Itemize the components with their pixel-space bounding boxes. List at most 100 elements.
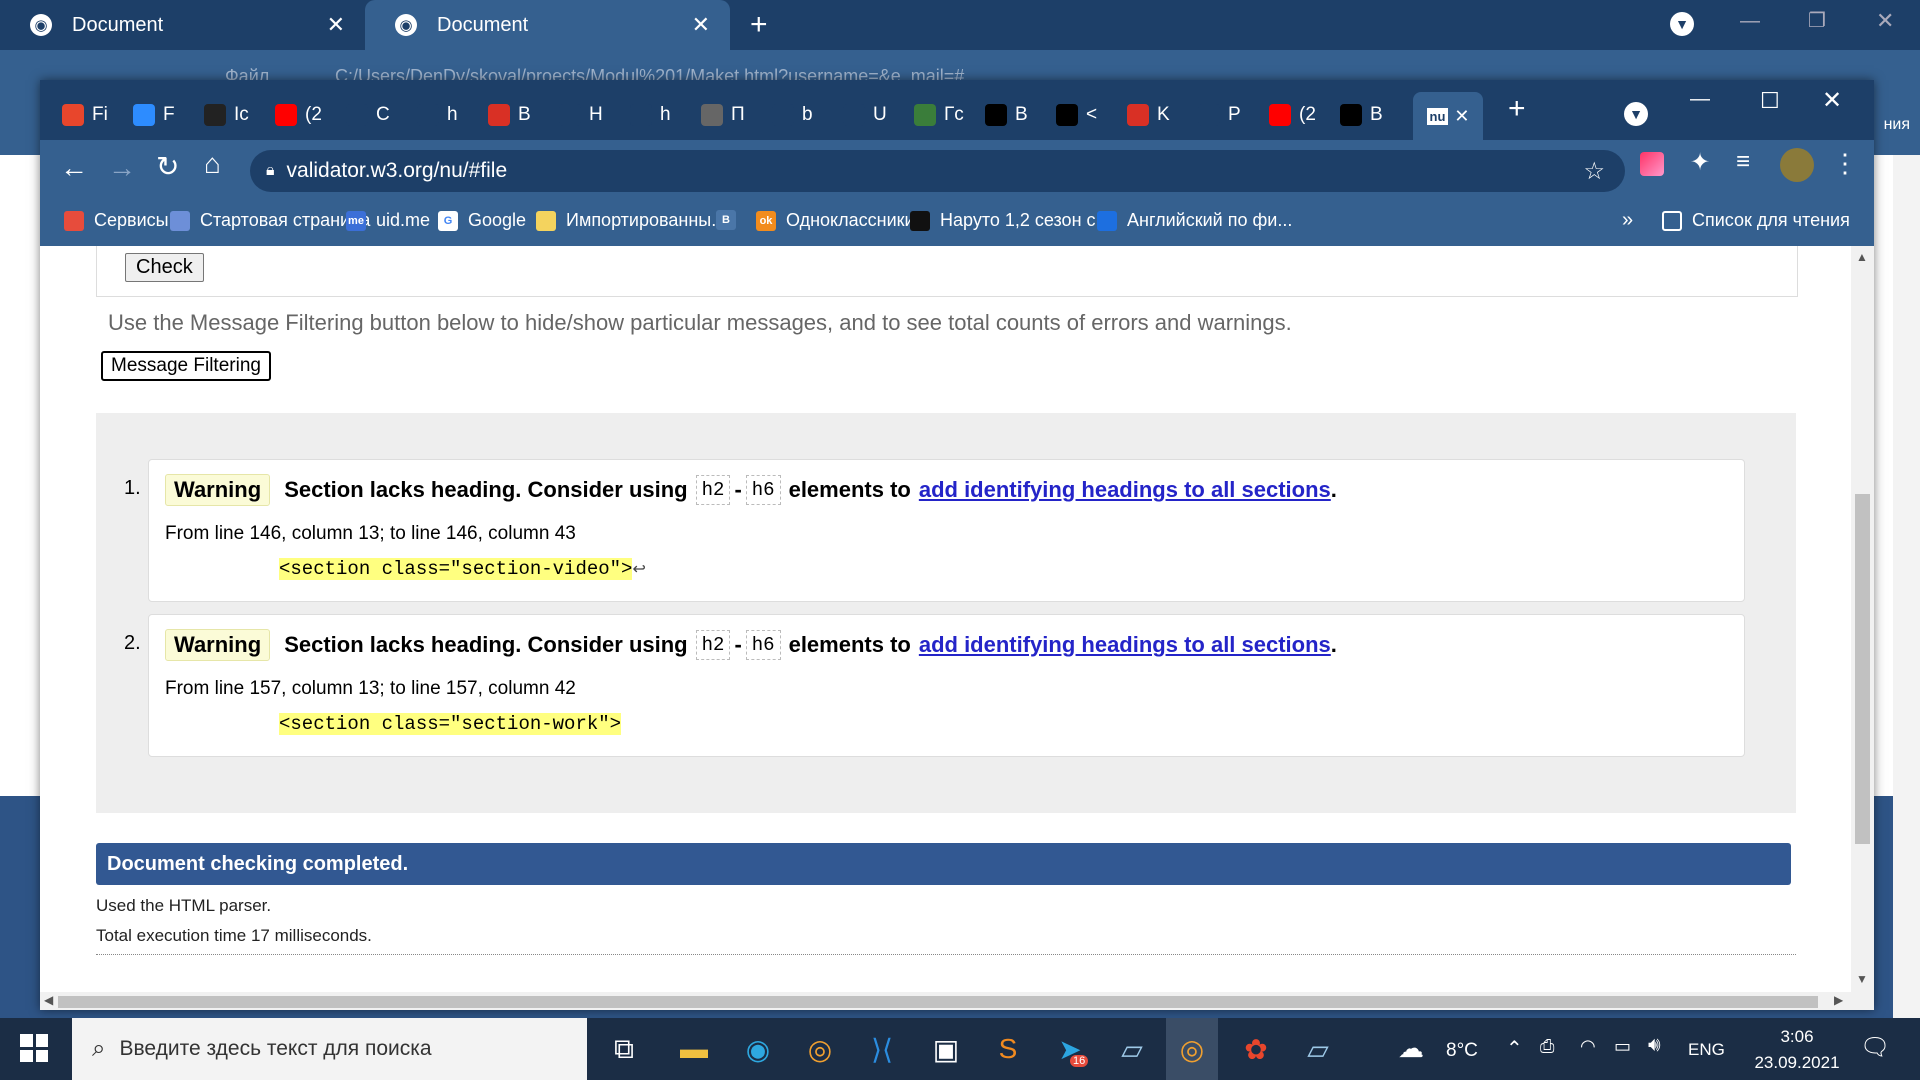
bookmark-item[interactable]: G Google <box>438 210 526 231</box>
close-window-icon[interactable]: ✕ <box>1876 8 1894 34</box>
maximize-icon[interactable]: ☐ <box>1760 88 1780 114</box>
search-placeholder[interactable]: Введите здесь текст для поиска <box>119 1037 431 1061</box>
front-tab[interactable]: B <box>985 98 1055 132</box>
scroll-down-icon[interactable]: ▼ <box>1856 972 1868 986</box>
home-icon[interactable]: ⌂ <box>204 148 221 180</box>
back-arrow-icon[interactable]: ← <box>60 152 88 184</box>
taskbar-search[interactable]: ⌕ Введите здесь текст для поиска <box>72 1018 587 1080</box>
reading-list-button[interactable]: Список для чтения <box>1662 210 1850 231</box>
scroll-left-icon[interactable]: ◀ <box>44 993 53 1007</box>
front-tab[interactable]: h <box>417 98 487 132</box>
file-explorer-icon[interactable]: ▬ <box>674 1029 714 1069</box>
bookmark-item[interactable]: Сервисы <box>64 210 169 231</box>
tab-search-icon[interactable]: ▼ <box>1624 102 1648 126</box>
new-tab-icon[interactable]: + <box>750 8 768 42</box>
chevron-up-icon[interactable]: ⌃ <box>1506 1036 1523 1061</box>
bookmark-item[interactable]: Импортированны... <box>536 210 726 231</box>
address-text[interactable]: validator.w3.org/nu/#file <box>287 159 508 183</box>
bookmark-item[interactable]: Наруто 1,2 сезон с... <box>910 210 1111 231</box>
task-view-icon[interactable]: ⧉ <box>604 1029 644 1069</box>
front-tab[interactable]: B <box>488 98 558 132</box>
chrome-active-icon[interactable]: ◎ <box>1172 1029 1212 1069</box>
front-tab[interactable]: C <box>346 98 416 132</box>
front-tab[interactable]: (2 <box>275 98 345 132</box>
clock-date[interactable]: 23.09.2021 <box>1742 1053 1852 1073</box>
front-tab[interactable]: K <box>1127 98 1197 132</box>
headings-link[interactable]: add identifying headings to all sections <box>919 632 1331 658</box>
close-icon[interactable]: ✕ <box>327 12 345 38</box>
back-tab-2[interactable]: ◉ Document ✕ <box>365 0 730 50</box>
notepad2-icon[interactable]: ▱ <box>1298 1029 1338 1069</box>
front-tab[interactable]: Fi <box>62 98 132 132</box>
message-filtering-button[interactable]: Message Filtering <box>101 351 271 381</box>
front-tab[interactable]: < <box>1056 98 1126 132</box>
check-button[interactable]: Check <box>125 253 204 282</box>
star-icon[interactable]: ☆ <box>1583 157 1605 186</box>
front-tab[interactable]: F <box>133 98 203 132</box>
cloud-icon[interactable]: ☁ <box>1398 1033 1424 1064</box>
scroll-up-icon[interactable]: ▲ <box>1856 250 1868 264</box>
minimize-icon[interactable]: — <box>1740 10 1760 33</box>
horizontal-scrollbar[interactable]: ◀ ▶ <box>40 992 1874 1010</box>
scrollbar-thumb[interactable] <box>58 996 1818 1008</box>
bookmark-item[interactable]: Английский по фи... <box>1097 210 1292 231</box>
front-tab[interactable]: b <box>772 98 842 132</box>
bookmark-item[interactable]: ok Одноклассники <box>756 210 915 231</box>
front-tab[interactable]: (2 <box>1269 98 1339 132</box>
new-tab-icon[interactable]: + <box>1508 92 1526 126</box>
front-tab[interactable]: U <box>843 98 913 132</box>
menu-dots-icon[interactable]: ⋮ <box>1832 148 1858 179</box>
bookmark-item[interactable]: me uid.me <box>346 210 430 231</box>
media-control-icon[interactable]: ≡ <box>1736 148 1750 176</box>
front-tab[interactable]: P <box>1198 98 1268 132</box>
vertical-scrollbar[interactable]: ▲ ▼ <box>1851 246 1874 992</box>
front-tab[interactable]: Ic <box>204 98 274 132</box>
clock-time[interactable]: 3:06 <box>1742 1027 1852 1047</box>
address-bar[interactable]: 🔒︎ validator.w3.org/nu/#file ☆ <box>250 150 1625 192</box>
vscode-icon[interactable]: ⟩⟨ <box>862 1029 902 1069</box>
bookmark-label: Стартовая страница <box>200 210 371 230</box>
minimize-icon[interactable]: — <box>1690 88 1710 111</box>
restore-icon[interactable]: ❐ <box>1808 8 1826 33</box>
extension-icon[interactable] <box>1640 152 1664 176</box>
volume-icon[interactable]: 🔊︎ <box>1648 1034 1661 1057</box>
app-icon[interactable]: ▣ <box>926 1029 966 1069</box>
edge-icon[interactable]: ◉ <box>738 1029 778 1069</box>
puzzle-icon[interactable]: ✦ <box>1690 148 1710 177</box>
forward-arrow-icon[interactable]: → <box>108 152 136 184</box>
front-tab[interactable]: П <box>701 98 771 132</box>
headings-link[interactable]: add identifying headings to all sections <box>919 477 1331 503</box>
telegram-badge: 16 <box>1070 1055 1089 1067</box>
parser-info: Used the HTML parser. <box>96 896 272 915</box>
windows-start-icon[interactable] <box>20 1034 48 1062</box>
front-tab[interactable]: Гс <box>914 98 984 132</box>
reading-list-label: Список для чтения <box>1692 210 1850 230</box>
active-tab[interactable]: nu ✕ <box>1413 92 1483 140</box>
close-icon[interactable]: ✕ <box>1454 106 1469 127</box>
language-indicator[interactable]: ENG <box>1688 1040 1725 1060</box>
avatar[interactable] <box>1780 148 1814 182</box>
reload-icon[interactable]: ↻ <box>156 150 179 183</box>
front-tab[interactable]: H <box>559 98 629 132</box>
bookmark-item[interactable]: В <box>716 210 746 230</box>
sublime-icon[interactable]: S <box>988 1029 1028 1069</box>
front-tab[interactable]: h <box>630 98 700 132</box>
close-window-icon[interactable]: ✕ <box>1822 86 1842 115</box>
front-tab[interactable]: B <box>1340 98 1410 132</box>
back-tab-1[interactable]: ◉ Document ✕ <box>0 0 365 50</box>
weather-temp[interactable]: 8°C <box>1446 1040 1478 1062</box>
bookmarks-more-icon[interactable]: » <box>1622 209 1633 232</box>
notepad-icon[interactable]: ▱ <box>1112 1029 1152 1069</box>
close-icon[interactable]: ✕ <box>692 12 710 38</box>
chrome-icon[interactable]: ◎ <box>800 1029 840 1069</box>
bookmark-item[interactable]: Стартовая страница <box>170 210 370 231</box>
notifications-icon[interactable]: 🗨︎ <box>1860 1033 1890 1062</box>
tab-search-icon[interactable]: ▼ <box>1670 12 1694 36</box>
scrollbar-thumb[interactable] <box>1855 494 1870 844</box>
wifi-icon[interactable]: ◠ <box>1580 1036 1596 1057</box>
back-scrollbar[interactable] <box>1893 155 1920 1018</box>
device-icon[interactable]: ⎙ <box>1540 1036 1554 1057</box>
battery-icon[interactable]: ▭ <box>1614 1036 1631 1057</box>
figma-icon[interactable]: ✿ <box>1236 1029 1276 1069</box>
scroll-right-icon[interactable]: ▶ <box>1834 993 1843 1007</box>
